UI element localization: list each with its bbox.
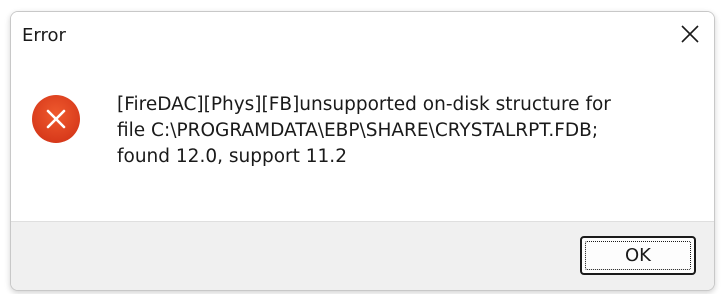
error-message: [FireDAC][Phys][FB]unsupported on-disk s… xyxy=(117,94,611,167)
ok-button[interactable]: OK xyxy=(580,236,696,275)
dialog-footer: OK xyxy=(11,221,714,290)
dialog-title: Error xyxy=(22,25,66,46)
close-button[interactable] xyxy=(666,12,714,56)
title-bar[interactable]: Error xyxy=(11,12,714,60)
ok-button-label: OK xyxy=(625,244,651,266)
error-dialog: Error [FireDAC][Phys][FB]unsupported on-… xyxy=(10,11,715,291)
error-icon xyxy=(32,95,80,143)
dialog-content: [FireDAC][Phys][FB]unsupported on-disk s… xyxy=(11,60,714,221)
close-icon xyxy=(681,25,699,43)
